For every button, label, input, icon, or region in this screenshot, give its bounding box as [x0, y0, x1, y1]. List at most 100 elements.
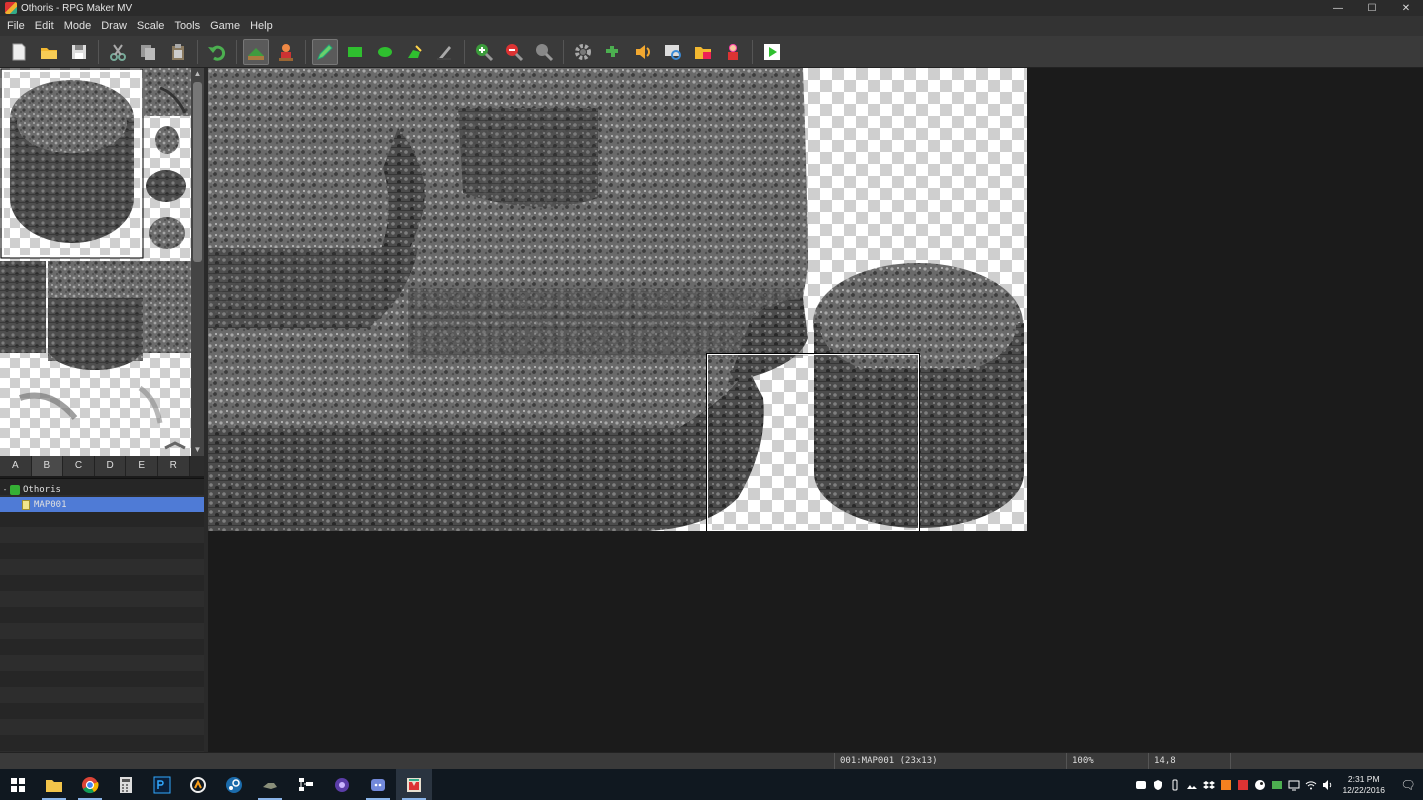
menu-tools[interactable]: Tools: [169, 16, 205, 36]
tree-map-row[interactable]: MAP001: [0, 497, 204, 512]
event-searcher-button[interactable]: [660, 39, 686, 65]
map-mode-icon: [248, 47, 264, 60]
ellipse-tool-button[interactable]: [372, 39, 398, 65]
menu-mode[interactable]: Mode: [59, 16, 97, 36]
tray-orange-icon[interactable]: [1217, 776, 1234, 793]
menu-draw[interactable]: Draw: [96, 16, 132, 36]
taskbar-task-manager[interactable]: [288, 769, 324, 800]
taskbar-file-explorer[interactable]: [36, 769, 72, 800]
notification-center-icon[interactable]: 🗨: [1393, 776, 1423, 793]
flood-fill-tool-button[interactable]: [402, 39, 428, 65]
pencil-tool-button[interactable]: [312, 38, 338, 65]
menu-help[interactable]: Help: [245, 16, 278, 36]
start-button[interactable]: [0, 769, 36, 800]
tray-shield-icon[interactable]: [1149, 776, 1166, 793]
tree-collapse-toggle[interactable]: -: [0, 485, 10, 494]
undo-button[interactable]: [204, 39, 230, 65]
taskbar-game[interactable]: [252, 769, 288, 800]
scroll-up-icon[interactable]: ▲: [191, 68, 204, 80]
menu-scale[interactable]: Scale: [132, 16, 170, 36]
tray-dropbox-icon[interactable]: [1200, 776, 1217, 793]
rectangle-icon: [348, 46, 362, 57]
map-canvas[interactable]: [208, 68, 1027, 531]
tray-monitor-icon[interactable]: [1285, 776, 1302, 793]
taskbar-calculator[interactable]: [108, 769, 144, 800]
paste-icon: [172, 43, 184, 60]
actual-size-button[interactable]: [531, 39, 557, 65]
scrollbar-thumb[interactable]: [193, 82, 202, 262]
calculator-icon: [120, 776, 132, 793]
taskbar-chrome[interactable]: [72, 769, 108, 800]
tray-discord-icon[interactable]: [1132, 776, 1149, 793]
tileset-tab-c[interactable]: C: [63, 456, 95, 476]
system-tray: 2:31 PM 12/22/2016 🗨: [1132, 769, 1423, 800]
toolbar-separator: [563, 39, 564, 64]
tileset-tab-d[interactable]: D: [94, 456, 127, 476]
paste-button[interactable]: [165, 39, 191, 65]
tileset-image[interactable]: [0, 68, 191, 456]
tray-green-icon[interactable]: [1268, 776, 1285, 793]
taskbar-rpg-maker[interactable]: [396, 769, 432, 800]
taskbar-steam[interactable]: [216, 769, 252, 800]
open-project-icon: [41, 47, 57, 59]
open-project-button[interactable]: [36, 39, 62, 65]
sound-test-icon: [636, 44, 650, 59]
cut-button[interactable]: [105, 39, 131, 65]
taskbar-photoshop[interactable]: [144, 769, 180, 800]
database-button[interactable]: [570, 39, 596, 65]
tile-cursor: [706, 353, 920, 531]
minimize-button[interactable]: —: [1321, 0, 1355, 16]
scroll-down-icon[interactable]: ▼: [191, 444, 204, 456]
close-button[interactable]: ✕: [1389, 0, 1423, 16]
tray-photos-icon[interactable]: [1183, 776, 1200, 793]
tile-palette-scrollbar[interactable]: ▲ ▼: [191, 68, 204, 456]
tile-palette[interactable]: [0, 68, 204, 456]
tree-project-row[interactable]: - Othoris: [0, 482, 204, 497]
tray-usb-icon[interactable]: [1166, 776, 1183, 793]
status-empty-cell: [1230, 753, 1423, 770]
wifi-icon[interactable]: [1302, 776, 1319, 793]
event-mode-icon: [279, 43, 293, 61]
map-editor-area[interactable]: [208, 68, 1423, 752]
menu-file[interactable]: File: [2, 16, 30, 36]
zoom-out-button[interactable]: [501, 39, 527, 65]
menu-game[interactable]: Game: [205, 16, 245, 36]
save-project-button[interactable]: [66, 39, 92, 65]
plugin-manager-button[interactable]: [600, 39, 626, 65]
task-manager-icon: [299, 777, 313, 791]
taskbar-discord[interactable]: [360, 769, 396, 800]
menu-bar: File Edit Mode Draw Scale Tools Game Hel…: [0, 16, 1423, 36]
map-mode-button[interactable]: [243, 38, 269, 65]
volume-icon[interactable]: [1319, 776, 1336, 793]
toolbar: [0, 36, 1423, 68]
copy-button[interactable]: [135, 39, 161, 65]
maximize-button[interactable]: ☐: [1355, 0, 1389, 16]
tileset-tab-b[interactable]: B: [31, 456, 64, 476]
event-mode-button[interactable]: [273, 39, 299, 65]
overwatch-icon: [190, 776, 206, 793]
plugin-manager-icon: [606, 45, 618, 57]
clock-date: 12/22/2016: [1342, 784, 1385, 795]
shadow-pen-tool-button[interactable]: [432, 39, 458, 65]
tileset-tab-r[interactable]: R: [157, 456, 190, 476]
character-generator-button[interactable]: [720, 39, 746, 65]
title-bar: Othoris - RPG Maker MV — ☐ ✕: [0, 0, 1423, 16]
new-project-button[interactable]: [6, 39, 32, 65]
status-map-info: 001:MAP001 (23x13): [834, 753, 1066, 770]
rectangle-tool-button[interactable]: [342, 39, 368, 65]
taskbar-app[interactable]: [324, 769, 360, 800]
project-name: Othoris: [23, 484, 61, 495]
tray-steam-icon[interactable]: [1251, 776, 1268, 793]
resource-manager-button[interactable]: [690, 39, 716, 65]
tray-red-icon[interactable]: [1234, 776, 1251, 793]
map-name: MAP001: [34, 499, 67, 510]
taskbar-overwatch[interactable]: [180, 769, 216, 800]
playtest-button[interactable]: [759, 39, 785, 65]
toolbar-separator: [305, 39, 306, 64]
taskbar-clock[interactable]: 2:31 PM 12/22/2016: [1336, 774, 1393, 796]
menu-edit[interactable]: Edit: [30, 16, 59, 36]
sound-test-button[interactable]: [630, 39, 656, 65]
tileset-tab-e[interactable]: E: [126, 456, 158, 476]
tileset-tab-a[interactable]: A: [0, 456, 32, 476]
zoom-in-button[interactable]: [471, 39, 497, 65]
